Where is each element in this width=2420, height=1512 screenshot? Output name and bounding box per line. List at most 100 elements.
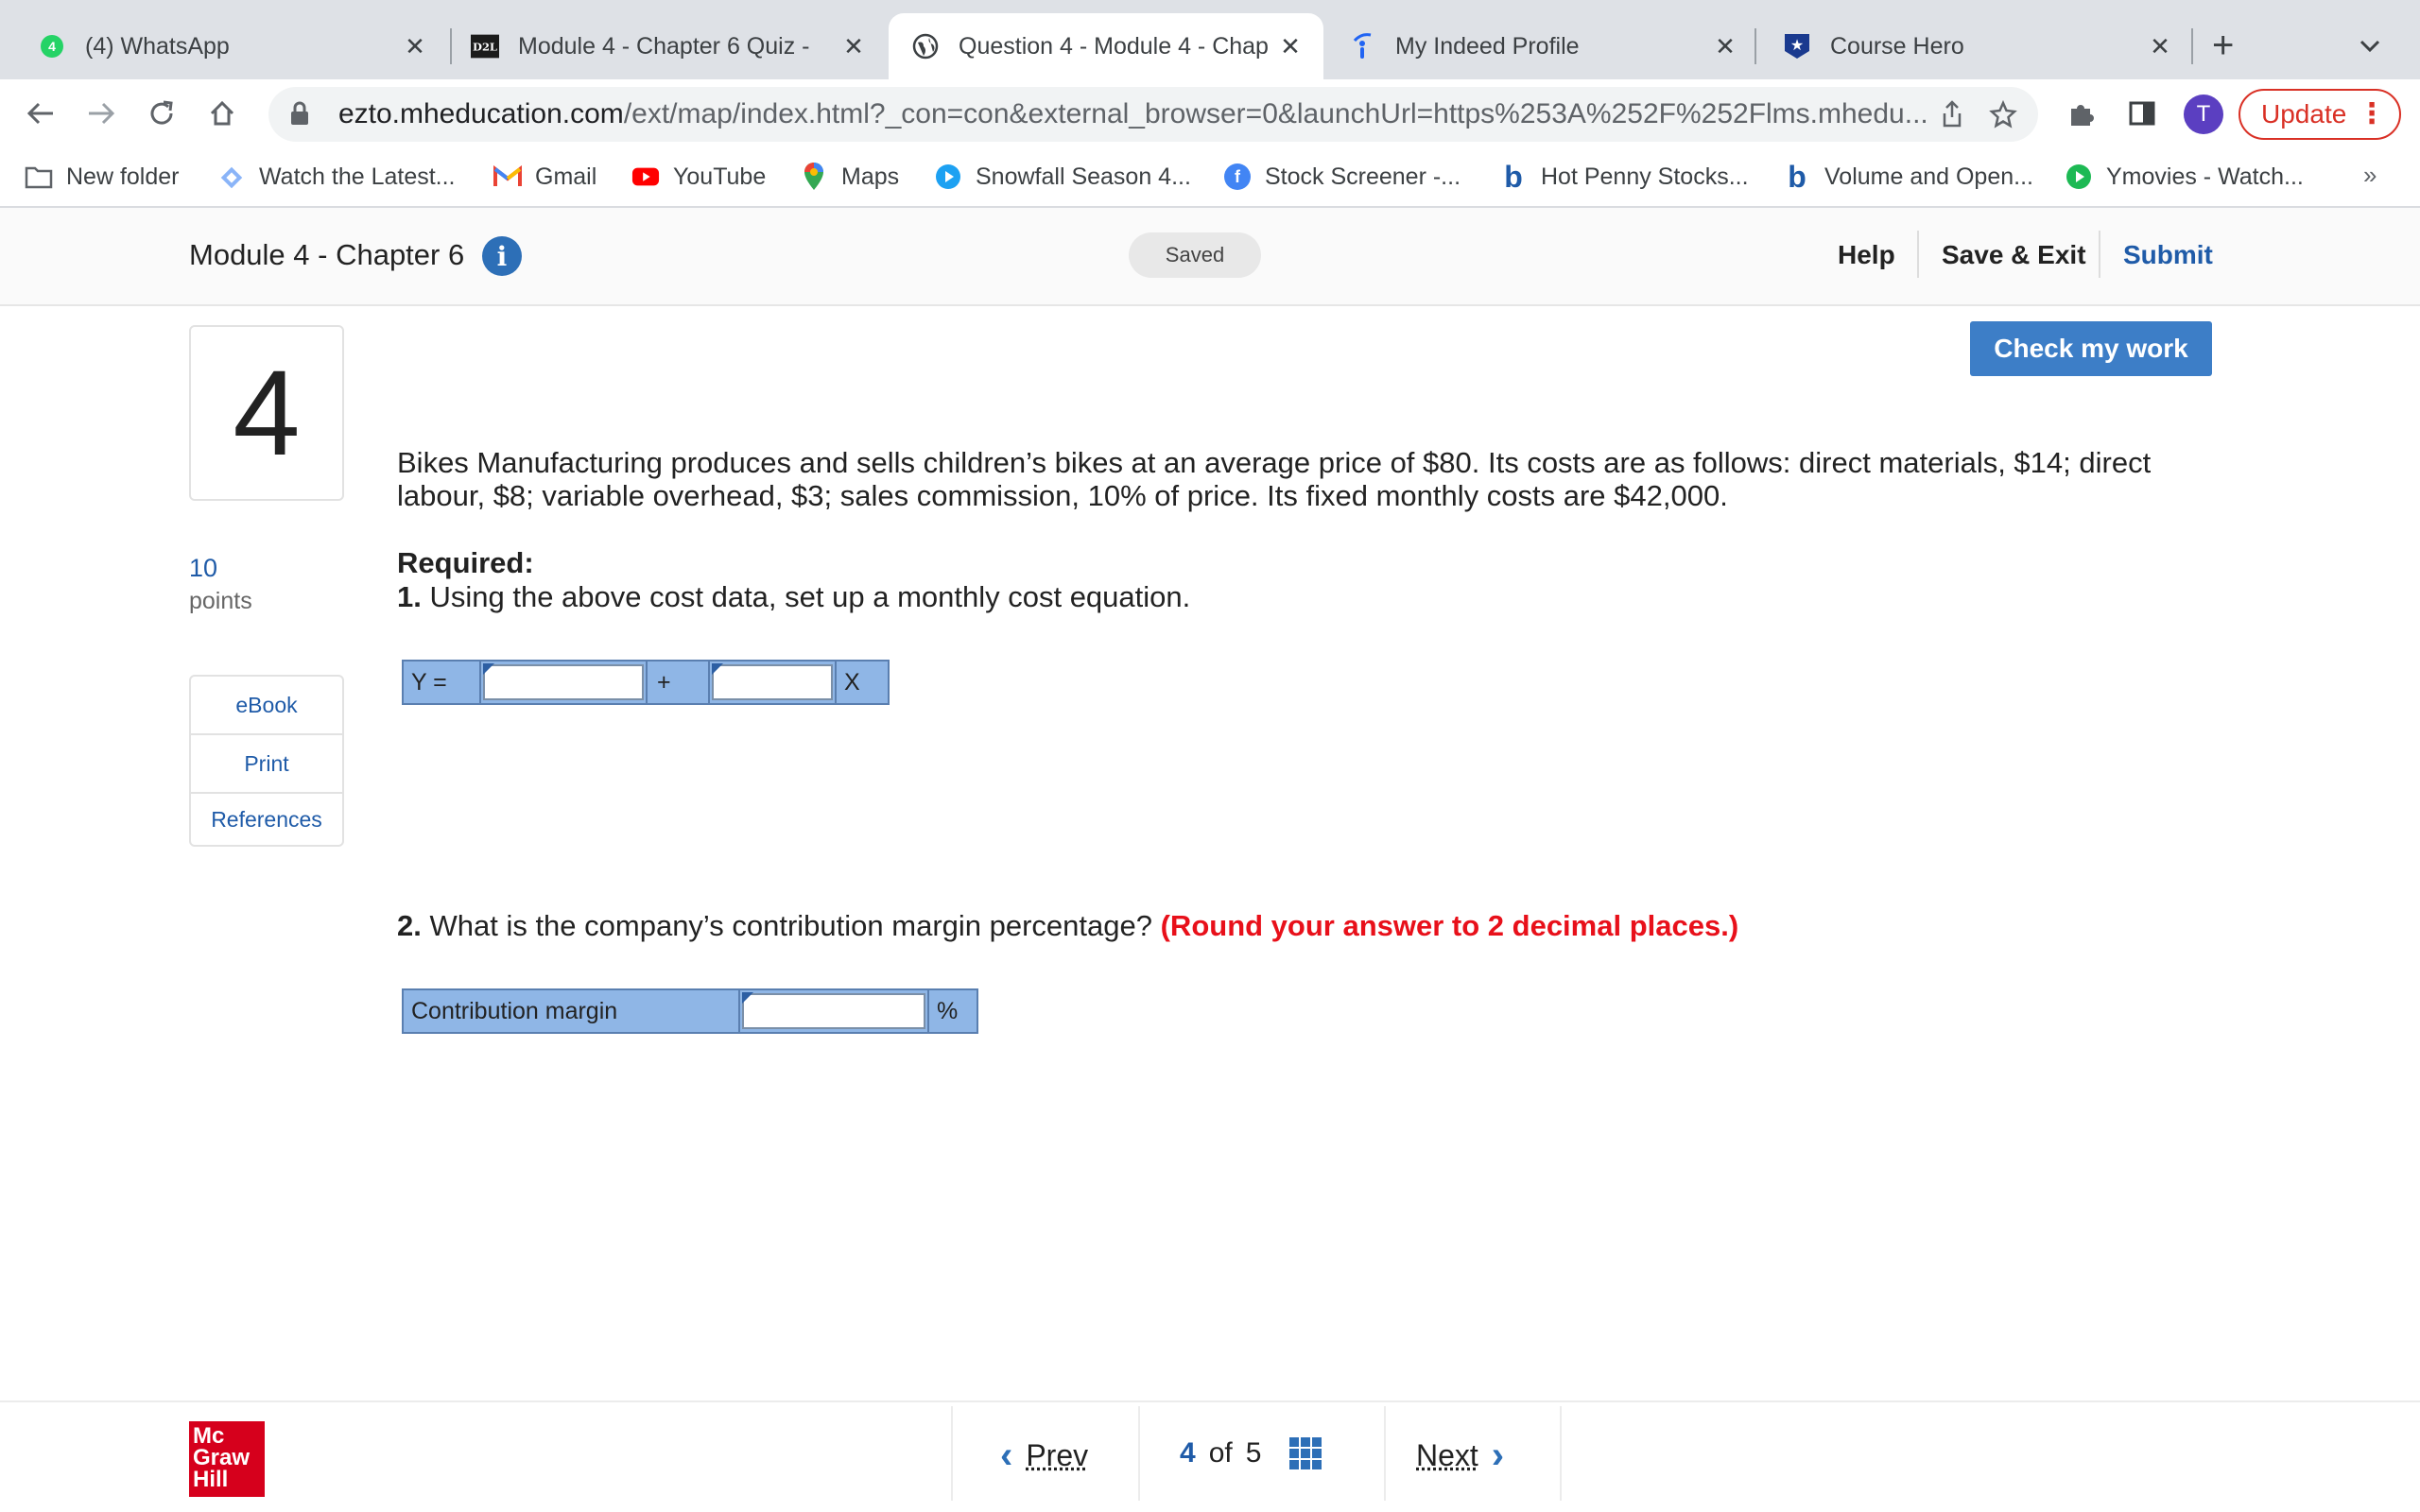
page-indicator: 4 of 5 [1138,1406,1386,1501]
cost-equation-table: Y = + X [402,660,890,705]
bookmark-label: Gmail [535,163,597,190]
input-field[interactable] [742,993,925,1029]
ticket-icon [217,163,246,191]
bookmark-watch-latest[interactable]: Watch the Latest... [217,147,456,206]
svg-text:★: ★ [1790,38,1804,54]
finance-icon: f [1223,163,1252,191]
tab-indeed[interactable]: My Indeed Profile ✕ [1325,13,1758,79]
prev-button[interactable]: ‹ Prev [987,1435,1088,1477]
print-link[interactable]: Print [191,735,342,794]
svg-text:b: b [1504,163,1523,191]
bookmark-label: New folder [66,163,180,190]
profile-avatar[interactable]: T [2184,94,2223,134]
b-icon: b [1783,163,1811,191]
saved-status-badge: Saved [1129,232,1261,278]
close-tab-icon[interactable]: ✕ [1711,32,1739,61]
logo-line: Hill [193,1467,229,1492]
star-icon[interactable] [1978,89,2029,140]
fixed-cost-input[interactable] [481,662,648,703]
next-button[interactable]: Next › [1416,1435,1517,1477]
extensions-puzzle-icon[interactable] [2063,94,2100,132]
bookmark-new-folder[interactable]: New folder [25,147,180,206]
share-icon[interactable] [1927,89,1978,140]
play-icon [934,163,962,191]
address-bar[interactable]: ezto.mheducation.com/ext/map/index.html?… [268,87,2038,142]
update-button[interactable]: Update ⋮ [2238,89,2401,140]
bookmark-volume-open[interactable]: b Volume and Open... [1783,147,2033,206]
ebook-link[interactable]: eBook [191,677,342,735]
save-exit-link[interactable]: Save & Exit [1942,240,2086,270]
input-marker-icon [742,992,753,1004]
variable-cost-input[interactable] [710,662,837,703]
question-grid-icon[interactable] [1289,1437,1322,1469]
input-field[interactable] [483,664,644,700]
help-link[interactable]: Help [1838,240,1895,270]
bookmark-label: YouTube [673,163,767,190]
tab-question-active[interactable]: Question 4 - Module 4 - Chap ✕ [889,13,1323,79]
bookmark-maps[interactable]: Maps [800,147,899,206]
chevron-right-icon: › [1491,1435,1505,1476]
reload-icon[interactable] [138,79,185,147]
close-tab-icon[interactable]: ✕ [1276,32,1305,61]
check-my-work-button[interactable]: Check my work [1970,321,2212,376]
info-icon[interactable]: i [482,236,522,276]
url-text: ezto.mheducation.com/ext/map/index.html?… [337,98,1927,129]
contribution-margin-table: Contribution margin % [402,988,978,1034]
home-icon[interactable] [199,79,246,147]
browser-tabstrip: 4 (4) WhatsApp ✕ D2L Module 4 - Chapter … [0,0,2420,79]
contribution-margin-label: Contribution margin [404,990,740,1032]
bookmark-hot-penny-stocks[interactable]: b Hot Penny Stocks... [1499,147,1748,206]
close-tab-icon[interactable]: ✕ [839,32,868,61]
y-equals-label: Y = [404,662,481,703]
references-link[interactable]: References [191,794,342,845]
bookmark-stock-screener[interactable]: f Stock Screener -... [1223,147,1461,206]
close-tab-icon[interactable]: ✕ [401,32,429,61]
bookmark-label: Volume and Open... [1824,163,2033,190]
tab-course-hero[interactable]: ★ Course Hero ✕ [1760,13,2193,79]
new-tab-icon[interactable]: + [2212,25,2234,66]
side-panel-icon[interactable] [2123,94,2161,132]
x-variable-label: X [844,668,860,696]
mcgraw-hill-logo: Mc Graw Hill [189,1421,265,1497]
bookmark-snowfall[interactable]: Snowfall Season 4... [934,147,1191,206]
contribution-margin-input[interactable] [740,990,929,1032]
bookmark-label: Stock Screener -... [1265,163,1461,190]
kebab-menu-icon: ⋮ [2358,98,2386,129]
percent-unit: % [937,997,959,1024]
bookmark-gmail[interactable]: Gmail [493,147,596,206]
gmail-icon [493,163,522,191]
submit-link[interactable]: Submit [2123,240,2213,270]
forward-arrow-icon[interactable] [78,79,125,147]
whatsapp-icon: 4 [38,32,66,60]
points-label: points [189,588,252,614]
indeed-icon [1348,32,1376,60]
requirement-1: 1. Using the above cost data, set up a m… [397,580,1191,613]
back-arrow-icon[interactable] [17,79,64,147]
of-label: of [1208,1437,1233,1469]
tab-d2l-quiz[interactable]: D2L Module 4 - Chapter 6 Quiz - ✕ [452,13,887,79]
bookmark-label: Snowfall Season 4... [976,163,1191,190]
next-label: Next [1416,1438,1478,1472]
divider [2099,231,2100,278]
close-tab-icon[interactable]: ✕ [2146,32,2174,61]
divider [1917,231,1919,278]
chevron-down-icon[interactable] [2360,30,2380,60]
bookmark-youtube[interactable]: YouTube [631,147,766,206]
bookmarks-overflow-icon[interactable]: » [2363,161,2377,190]
tab-title: My Indeed Profile [1395,32,1580,60]
bookmark-ymovies[interactable]: Ymovies - Watch... [2065,147,2304,206]
tab-whatsapp[interactable]: 4 (4) WhatsApp ✕ [15,13,448,79]
total-pages: 5 [1245,1437,1262,1469]
input-marker-icon [483,663,494,675]
prev-label: Prev [1026,1438,1089,1472]
tab-title: (4) WhatsApp [85,32,230,60]
input-field[interactable] [712,664,833,700]
plus-sign: + [648,662,710,703]
globe-icon [911,32,940,60]
question-text: Bikes Manufacturing produces and sells c… [397,446,2152,512]
page-title: Module 4 - Chapter 6 [189,238,465,271]
youtube-icon [631,163,660,191]
tab-separator [2191,28,2193,64]
lock-icon [289,100,318,129]
current-page: 4 [1180,1437,1196,1469]
